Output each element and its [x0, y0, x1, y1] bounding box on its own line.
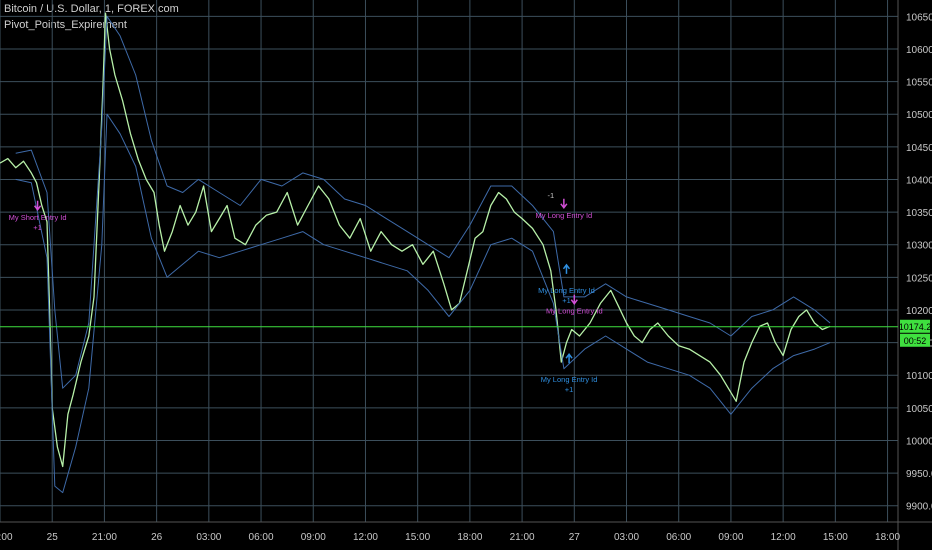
- price-tick-label: 10200.0: [906, 306, 932, 317]
- time-tick-label: 06:00: [666, 532, 691, 543]
- time-tick-label: 09:00: [718, 532, 743, 543]
- entry-label: -1: [547, 191, 554, 200]
- time-tick-label: 03:00: [196, 532, 221, 543]
- price-tick-label: 9950.0: [906, 469, 932, 480]
- price-tick-label: 10500.0: [906, 110, 932, 121]
- entry-label: My Long Entry Id: [541, 375, 598, 384]
- time-tick-label: 21:00: [510, 532, 535, 543]
- time-axis: 14:00 25 21:00 26 03:00 06:00 09:00 12:00 15:00 1…: [0, 532, 901, 543]
- entry-label: My Long Entry Id: [546, 307, 603, 316]
- time-tick-label: 18:00: [875, 532, 900, 543]
- short-entry-arrow: [570, 294, 578, 305]
- price-tick-label: 10400.0: [906, 175, 932, 186]
- price-tick-label: 10450.0: [906, 143, 932, 154]
- price-tick-label: 10050.0: [906, 404, 932, 415]
- time-tick-label: 27: [569, 532, 581, 543]
- price-chart[interactable]: 9900.09950.010000.010050.010100.010150.0…: [0, 0, 932, 550]
- time-tick-label: 15:00: [405, 532, 430, 543]
- entry-label: My Long Entry Id: [536, 211, 593, 220]
- short-entry-arrow: [560, 198, 568, 210]
- time-tick-label: 06:00: [249, 532, 274, 543]
- price-axis: 9900.09950.010000.010050.010100.010150.0…: [906, 12, 932, 512]
- time-tick-label: 25: [47, 532, 59, 543]
- price-tick-label: 10300.0: [906, 241, 932, 252]
- countdown-label: 00:52: [904, 336, 927, 346]
- entry-qty-label: +1: [33, 223, 42, 232]
- entry-qty-label: +1: [565, 385, 574, 394]
- time-tick-label: 03:00: [614, 532, 639, 543]
- time-tick-label: 26: [151, 532, 163, 543]
- price-tick-label: 9900.0: [906, 502, 932, 513]
- time-tick-label: 12:00: [353, 532, 378, 543]
- series-layer: [0, 12, 831, 494]
- time-tick-label: 21:00: [92, 532, 117, 543]
- entry-qty-label: +1: [562, 296, 571, 305]
- last-price-label: 10174.2: [899, 322, 932, 332]
- series-envelope-lower: [15, 113, 831, 494]
- price-tick-label: 10250.0: [906, 273, 932, 284]
- price-tick-label: 10100.0: [906, 371, 932, 382]
- time-tick-label: 12:00: [771, 532, 796, 543]
- entry-label: My Short Entry Id: [9, 213, 67, 222]
- long-entry-arrow: [562, 263, 571, 274]
- price-tick-label: 10600.0: [906, 45, 932, 56]
- price-tick-label: 10000.0: [906, 436, 932, 447]
- time-tick-label: 18:00: [457, 532, 482, 543]
- time-tick-label: 15:00: [823, 532, 848, 543]
- time-tick-label: 14:00: [0, 532, 13, 543]
- price-tick-label: 10550.0: [906, 78, 932, 89]
- price-tick-label: 10650.0: [906, 12, 932, 23]
- series-envelope-upper: [15, 15, 831, 389]
- time-tick-label: 09:00: [301, 532, 326, 543]
- price-tick-label: 10350.0: [906, 208, 932, 219]
- entry-label: My Long Entry Id: [538, 286, 595, 295]
